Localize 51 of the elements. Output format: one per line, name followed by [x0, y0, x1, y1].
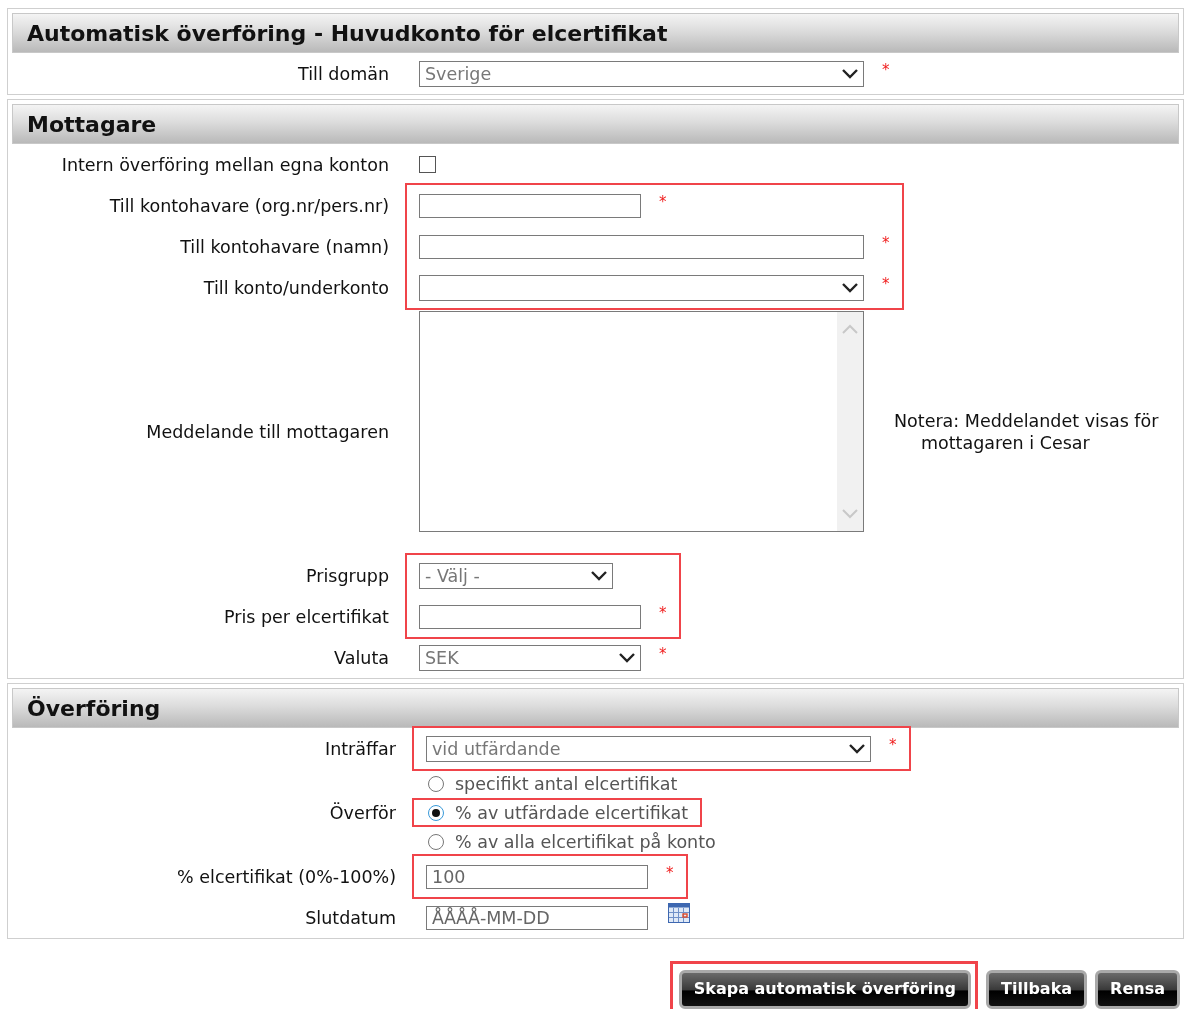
radio-button[interactable]: [428, 804, 444, 821]
field-label: Till konto/underkonto: [203, 277, 389, 298]
note-text: Notera: Meddelandet visas för mottagaren i Cesar: [894, 409, 1160, 454]
field-label: % elcertifikat (0%-100%): [177, 866, 396, 887]
field-label: Meddelande till mottagaren: [146, 421, 389, 442]
text-field[interactable]: [419, 193, 641, 218]
field-label: Pris per elcertifikat: [224, 606, 389, 627]
field-label: Till kontohavare (namn): [180, 236, 389, 257]
dropdown[interactable]: [419, 274, 864, 301]
chevron-down-icon: [841, 282, 859, 293]
required-asterisk: *: [666, 864, 674, 882]
text-field[interactable]: 100: [426, 864, 648, 889]
dropdown[interactable]: vid utfärdande: [426, 735, 871, 762]
required-asterisk: *: [882, 234, 890, 252]
radio-button[interactable]: [428, 833, 444, 850]
dropdown[interactable]: SEK: [419, 644, 641, 671]
section-header: Överföring: [12, 688, 1179, 728]
chevron-down-icon: [618, 652, 636, 663]
required-asterisk: *: [882, 275, 890, 293]
field-label: Inträffar: [325, 738, 396, 759]
required-asterisk: *: [659, 193, 667, 211]
radio-label[interactable]: % av utfärdade elcertifikat: [455, 802, 689, 823]
checkbox[interactable]: [419, 156, 436, 173]
date-field[interactable]: ÅÅÅÅ-MM-DD: [426, 905, 648, 930]
section-header: Mottagare: [12, 104, 1179, 144]
field-label: Till kontohavare (org.nr/pers.nr): [109, 195, 389, 216]
action-button[interactable]: Tillbaka: [986, 970, 1088, 1009]
radio-button[interactable]: [428, 775, 444, 792]
required-asterisk: *: [659, 604, 667, 622]
radio-label[interactable]: % av alla elcertifikat på konto: [455, 831, 716, 852]
radio-label[interactable]: specifikt antal elcertifikat: [455, 773, 678, 794]
required-asterisk: *: [889, 736, 897, 754]
chevron-down-icon: [841, 68, 859, 79]
field-label: Slutdatum: [305, 907, 396, 928]
text-field[interactable]: [419, 234, 864, 259]
required-asterisk: *: [659, 645, 667, 663]
text-field[interactable]: [419, 604, 641, 629]
field-label: Till domän: [298, 63, 389, 84]
chevron-down-icon: [848, 743, 866, 754]
action-button[interactable]: Skapa automatisk överföring: [678, 970, 972, 1009]
action-button[interactable]: Rensa: [1095, 970, 1180, 1009]
field-label: Överför: [329, 802, 396, 823]
field-label: Prisgrupp: [305, 565, 389, 586]
chevron-down-icon: [590, 570, 608, 581]
required-asterisk: *: [882, 61, 890, 79]
calendar-icon[interactable]: [668, 903, 690, 923]
dropdown[interactable]: - Välj -: [419, 562, 613, 589]
field-label: Intern överföring mellan egna konton: [61, 154, 389, 175]
dropdown[interactable]: Sverige: [419, 60, 864, 87]
field-label: Valuta: [334, 647, 389, 668]
section-header: Automatisk överföring - Huvudkonto för elcertifikat: [12, 13, 1179, 53]
